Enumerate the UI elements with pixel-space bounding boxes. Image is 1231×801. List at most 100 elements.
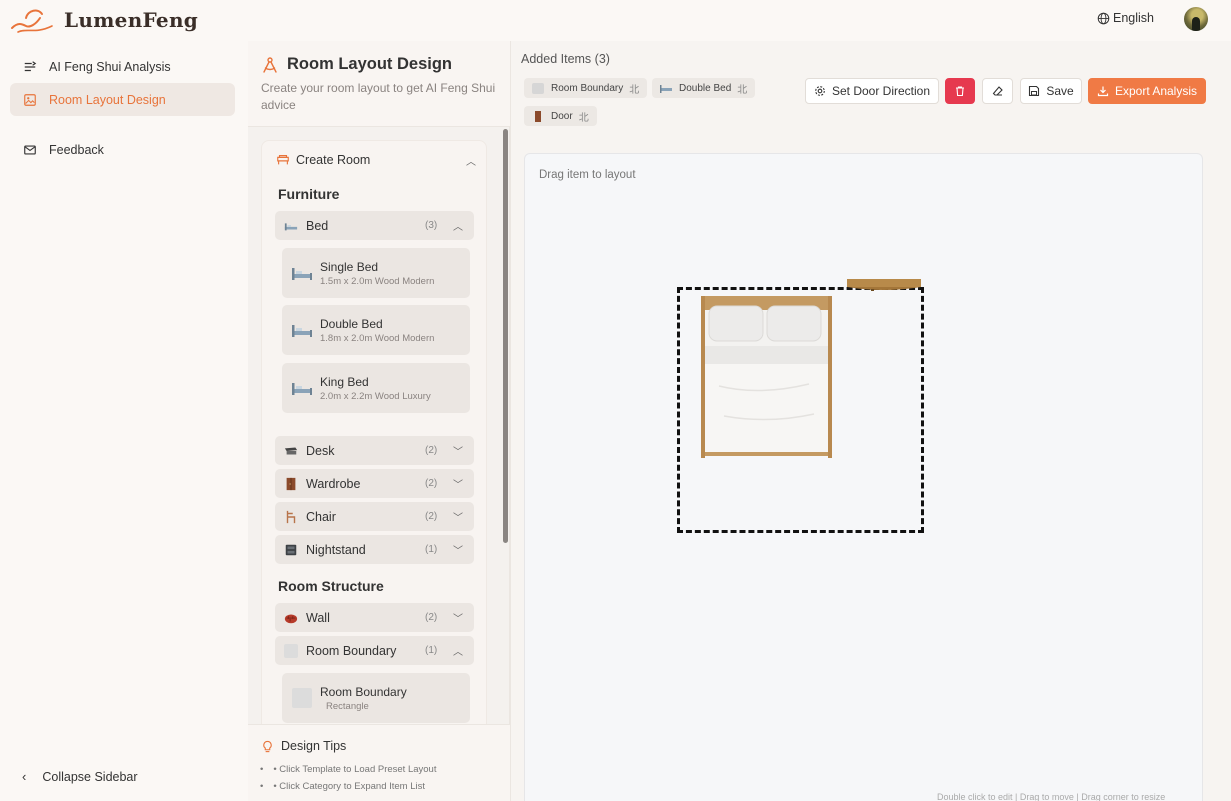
language-label: English [1113, 11, 1154, 25]
create-room-header[interactable]: Create Room ︿ [276, 153, 476, 168]
top-bar: LumenFeng English [0, 0, 1231, 41]
mail-icon [24, 144, 36, 155]
added-item-label: Room Boundary [551, 82, 624, 94]
category-count: (2) [425, 445, 438, 456]
category-count: (1) [425, 645, 438, 656]
scrollbar[interactable] [503, 129, 508, 543]
category-chair[interactable]: Chair (2) ﹀ [275, 502, 474, 531]
item-spec: Rectangle [326, 701, 369, 712]
category-count: (1) [425, 544, 438, 555]
tip-item: • Click Template to Load Preset Layout [260, 761, 436, 778]
sidebar-item-room-layout-design[interactable]: Room Layout Design [10, 83, 235, 116]
boundary-icon [292, 688, 312, 708]
save-button[interactable]: Save [1020, 78, 1082, 104]
category-label: Desk [306, 443, 335, 458]
logo-mark-icon [11, 9, 53, 33]
image-icon [24, 93, 36, 106]
eraser-icon [992, 86, 1003, 96]
category-label: Wardrobe [306, 476, 361, 491]
layout-canvas[interactable]: Drag item to layout Double click to edit… [524, 153, 1203, 801]
furniture-icon [277, 155, 289, 165]
added-item-door[interactable]: Door 北 [524, 106, 597, 126]
bed-icon [284, 222, 298, 230]
trash-icon [956, 86, 964, 97]
category-wall[interactable]: Wall (2) ﹀ [275, 603, 474, 632]
sidebar-item-feedback[interactable]: Feedback [10, 133, 235, 166]
design-tips-title: Design Tips [261, 739, 346, 753]
export-analysis-button[interactable]: Export Analysis [1088, 78, 1206, 104]
canvas-instructions: Double click to edit | Drag to move | Dr… [937, 792, 1166, 801]
door-shape[interactable] [847, 279, 921, 292]
lightbulb-icon [263, 740, 272, 752]
category-label: Wall [306, 610, 330, 625]
globe-icon [1097, 12, 1110, 24]
double-bed-shape[interactable] [699, 296, 834, 458]
sidebar-item-label: Feedback [49, 142, 104, 157]
avatar[interactable] [1184, 7, 1208, 31]
category-room-boundary[interactable]: Room Boundary (1) ︿ [275, 636, 474, 665]
chevron-left-icon: ‹ [22, 769, 27, 784]
category-label: Chair [306, 509, 336, 524]
sidebar: AI Feng Shui Analysis Room Layout Design… [0, 41, 248, 801]
design-tips: Design Tips • Click Template to Load Pre… [248, 724, 510, 801]
item-spec: 1.5m x 2.0m Wood Modern [320, 276, 435, 287]
category-nightstand[interactable]: Nightstand (1) ﹀ [275, 535, 474, 564]
page-subtitle: Create your room layout to get AI Feng S… [261, 81, 496, 112]
gear-icon [815, 86, 825, 96]
category-bed[interactable]: Bed (3) ︿ [275, 211, 474, 240]
nightstand-icon [285, 544, 297, 555]
button-label: Export Analysis [1114, 84, 1198, 98]
category-count: (2) [425, 478, 438, 489]
collapse-sidebar-label: Collapse Sidebar [42, 769, 138, 784]
logo[interactable]: LumenFeng [10, 4, 198, 36]
chevron-down-icon: ﹀ [453, 447, 463, 458]
tips-list: • Click Template to Load Preset Layout •… [260, 761, 436, 795]
sidebar-item-ai-feng-shui-analysis[interactable]: AI Feng Shui Analysis [10, 50, 235, 83]
set-door-direction-button[interactable]: Set Door Direction [805, 78, 939, 104]
added-item-double-bed[interactable]: Double Bed 北 [652, 78, 756, 98]
added-item-label: Double Bed [679, 82, 732, 94]
item-name: Double Bed [320, 317, 383, 331]
added-item-room-boundary[interactable]: Room Boundary 北 [524, 78, 648, 98]
button-label: Save [1046, 84, 1074, 98]
bed-icon [660, 84, 672, 93]
button-label: Set Door Direction [831, 84, 931, 98]
added-item-direction: 北 [629, 84, 640, 96]
item-king-bed[interactable]: King Bed 2.0m x 2.2m Wood Luxury [282, 363, 470, 413]
compass-icon [263, 56, 277, 73]
design-panel: Room Layout Design Create your room layo… [248, 41, 510, 801]
boundary-icon [284, 643, 298, 658]
item-library[interactable]: Create Room ︿ Furniture Bed (3) ︿ Single… [248, 128, 510, 724]
item-spec: 2.0m x 2.2m Wood Luxury [320, 391, 431, 402]
category-wardrobe[interactable]: Wardrobe (2) ﹀ [275, 469, 474, 498]
page-title: Room Layout Design [261, 55, 452, 74]
brick-wall-icon [284, 614, 298, 623]
chevron-up-icon: ︿ [453, 647, 463, 658]
language-selector[interactable]: English [1097, 11, 1154, 25]
chevron-up-icon: ︿ [453, 222, 463, 233]
category-count: (3) [425, 220, 438, 231]
furniture-title: Furniture [278, 186, 340, 202]
chevron-down-icon: ﹀ [453, 546, 463, 557]
category-desk[interactable]: Desk (2) ﹀ [275, 436, 474, 465]
item-single-bed[interactable]: Single Bed 1.5m x 2.0m Wood Modern [282, 248, 470, 298]
eraser-button[interactable] [982, 78, 1013, 104]
analysis-icon [24, 60, 37, 71]
chevron-down-icon: ﹀ [453, 513, 463, 524]
collapse-sidebar-button[interactable]: ‹ Collapse Sidebar [22, 769, 138, 784]
panel-header: Room Layout Design Create your room layo… [248, 41, 510, 127]
bed-icon [292, 268, 312, 280]
added-items-title: Added Items (3) [521, 52, 610, 66]
item-name: Room Boundary [320, 685, 407, 699]
boundary-icon [532, 82, 544, 94]
tip-item: • Click Category to Expand Item List [260, 778, 436, 795]
delete-button[interactable] [945, 78, 975, 104]
category-label: Bed [306, 218, 329, 233]
create-room-label: Create Room [296, 153, 371, 167]
item-name: King Bed [320, 375, 369, 389]
item-room-boundary[interactable]: Room Boundary Rectangle [282, 673, 470, 723]
item-double-bed[interactable]: Double Bed 1.8m x 2.0m Wood Modern [282, 305, 470, 355]
app-name: LumenFeng [64, 8, 199, 32]
bed-icon [292, 325, 312, 337]
door-icon [535, 110, 541, 122]
